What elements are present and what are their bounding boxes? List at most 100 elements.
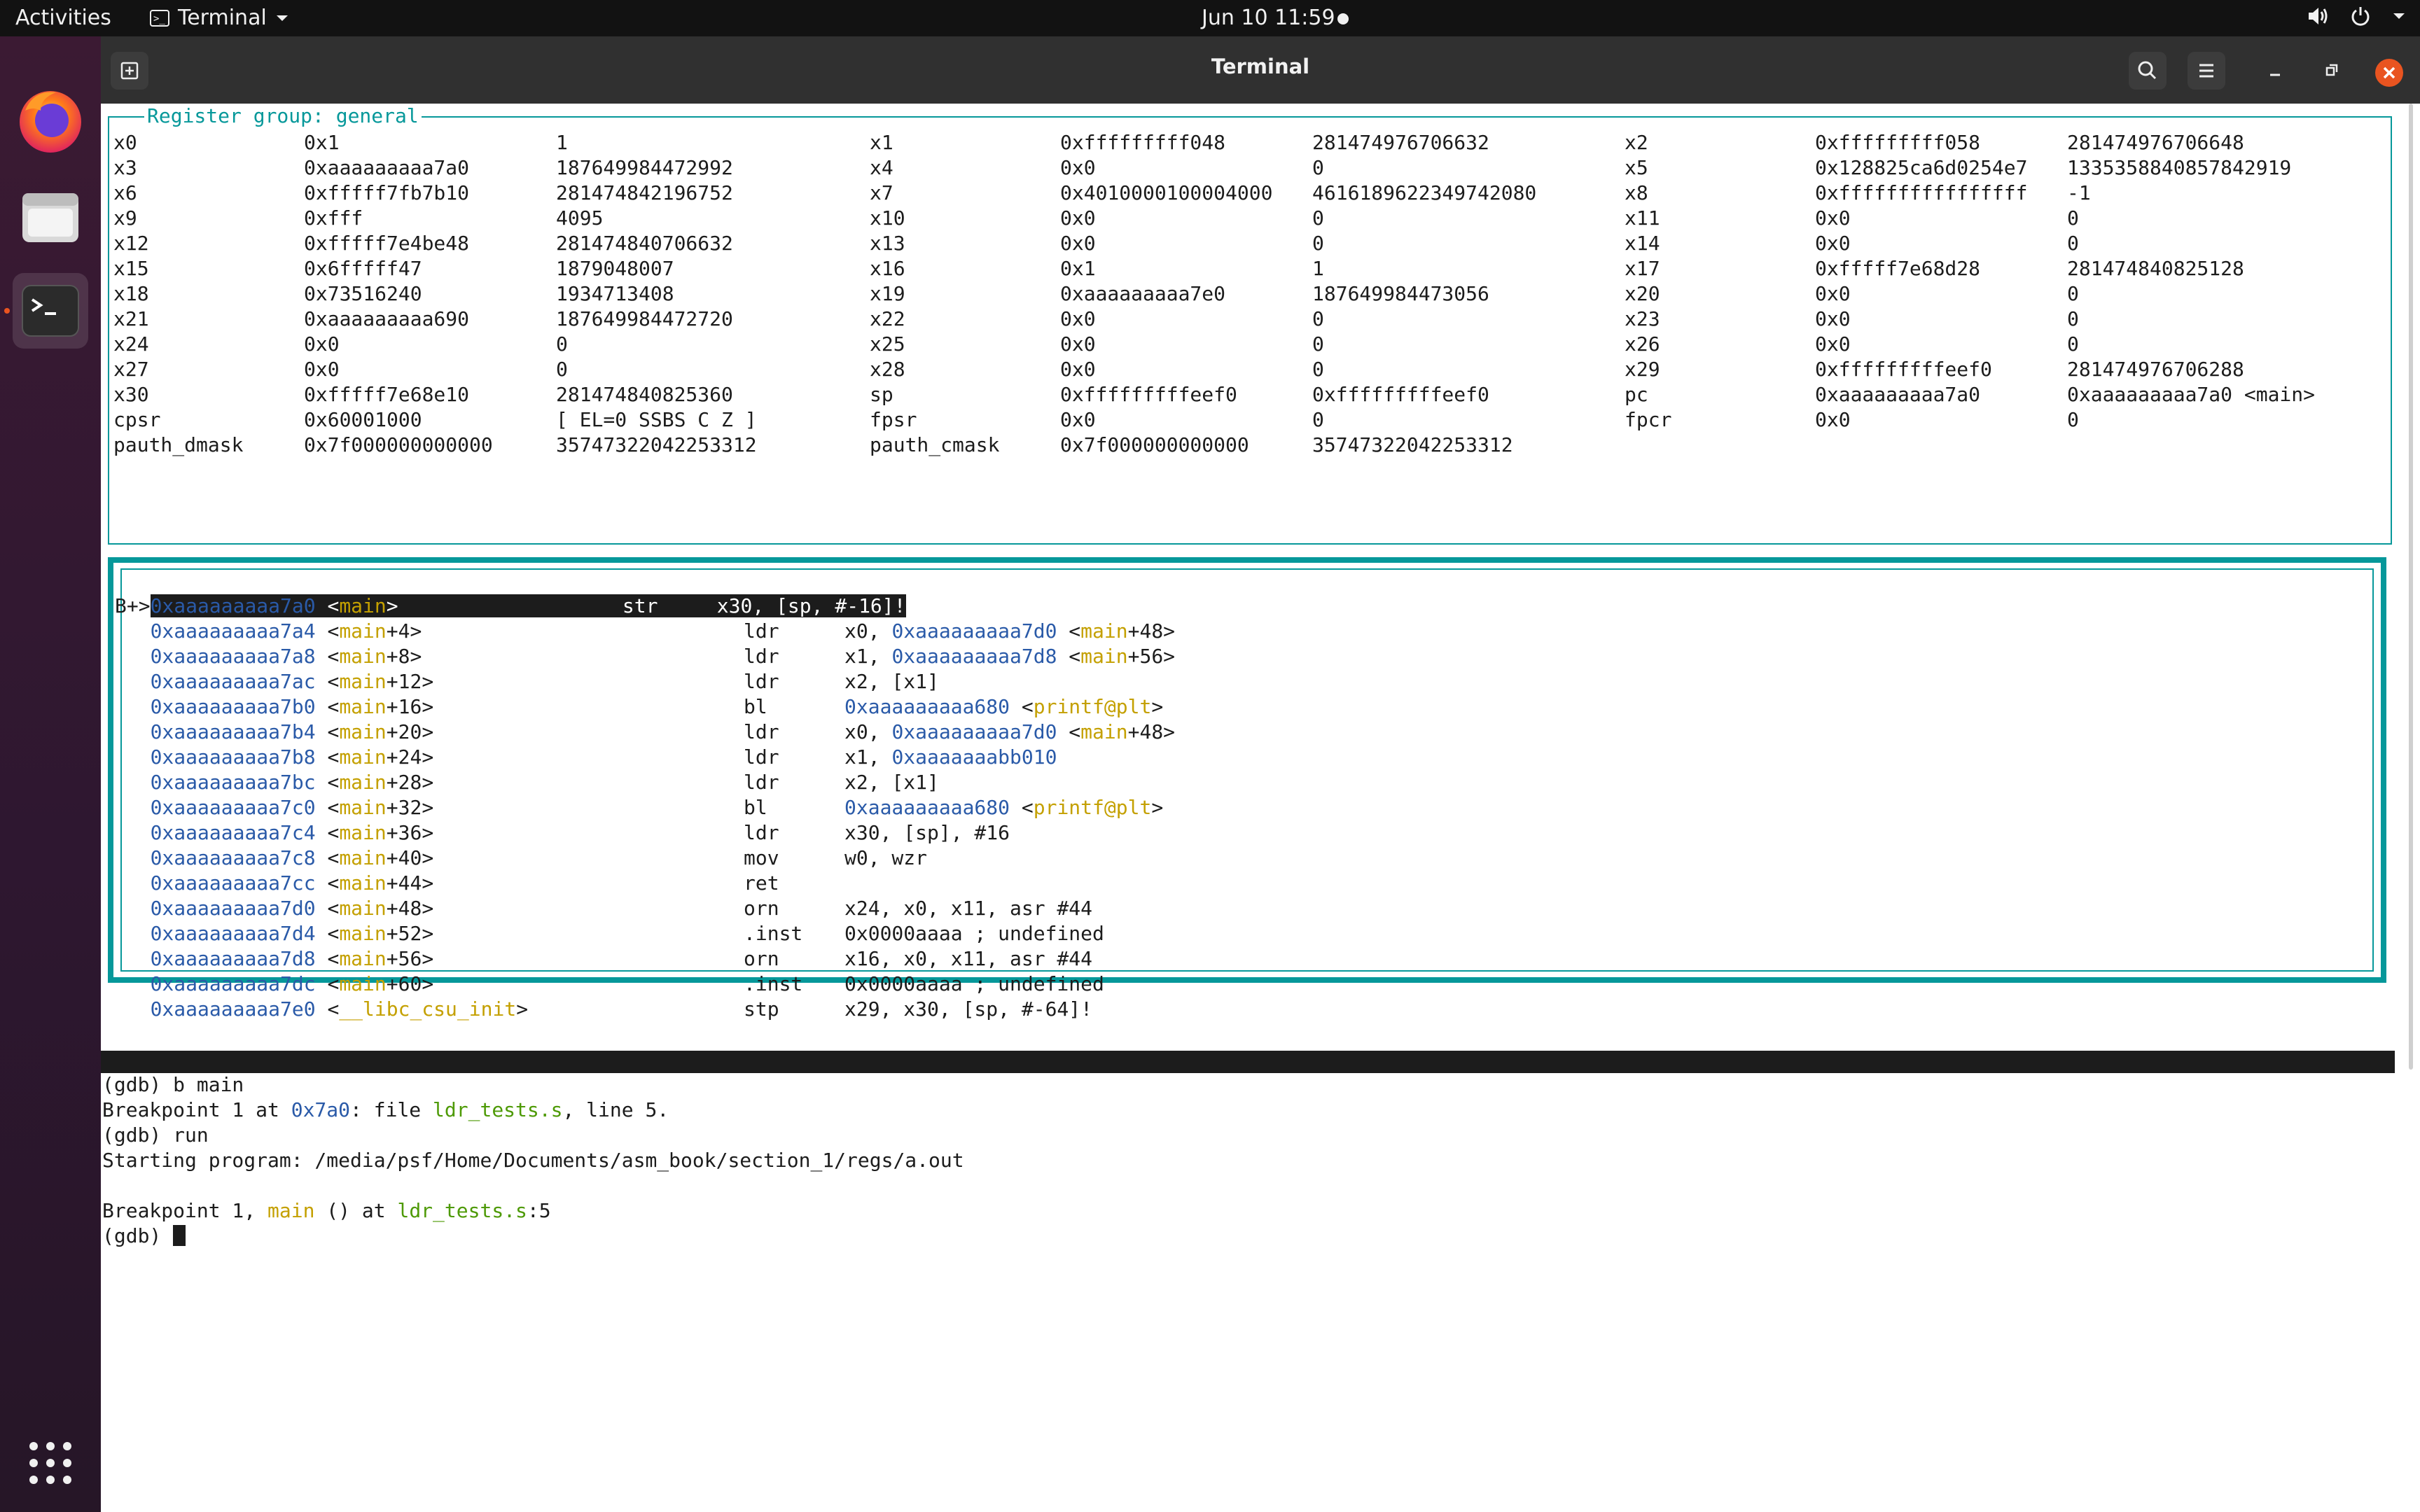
scrollbar[interactable] [2409,104,2413,1070]
close-button[interactable] [2375,59,2403,87]
register-hex: 0x0 [304,332,340,356]
activities-button[interactable]: Activities [15,6,111,31]
register-hex: 0x6fffff47 [304,257,422,280]
register-name: x10 [870,206,905,230]
dock-firefox[interactable] [13,83,88,158]
register-name: x17 [1625,257,1660,280]
instruction-opcode: ldr [744,821,779,844]
disassembly-line: 0xaaaaaaaaa7d4 <main+52> [150,922,434,945]
search-button[interactable] [2129,52,2167,90]
register-hex: 0xaaaaaaaaa7a0 [304,156,470,179]
register-value: 1934713408 [556,282,674,305]
power-icon[interactable] [2350,6,2371,27]
register-hex: 0xffffffffffffffff [1815,181,2028,204]
instruction-symbol: main [339,620,387,643]
gdb-prompt[interactable]: (gdb) [102,1224,186,1249]
dock-files[interactable] [13,178,88,253]
disassembly-line: 0xaaaaaaaaa7d8 <main+56> [150,947,434,970]
apps-grid-icon[interactable] [28,1441,73,1485]
instruction-opcode: ret [744,872,779,895]
menu-button[interactable] [2188,52,2225,90]
register-name: x13 [870,232,905,255]
maximize-button[interactable] [2312,52,2350,90]
register-value: 0 [2067,282,2079,305]
register-value: 0 [1312,358,1324,381]
register-value: 4616189622349742080 [1312,181,1537,204]
instruction-symbol: main [339,872,387,895]
instruction-operands: x0, 0xaaaaaaaaa7d0 <main+48> [844,620,1176,643]
register-hex: 0xaaaaaaaaa7a0 [1815,383,1981,406]
register-value: 1335358840857842919 [2067,156,2292,179]
instruction-opcode: ldr [744,771,779,794]
register-value: 4095 [556,206,604,230]
register-value: 35747322042253312 [1312,433,1513,456]
clock[interactable]: Jun 10 11:59 [1202,6,1335,31]
register-hex: 0xaaaaaaaaa7e0 [1060,282,1226,305]
register-name: x25 [870,332,905,356]
register-name: x28 [870,358,905,381]
dock-terminal[interactable] [13,273,88,349]
instruction-address: 0xaaaaaaaaa7ac [150,670,316,693]
instruction-operands: 0x0000aaaa ; undefined [844,922,1104,945]
register-value: 281474976706648 [2067,131,2244,154]
instruction-symbol: main [339,947,387,970]
system-menu-chevron-icon[interactable] [2392,11,2406,21]
register-value: 187649984473056 [1312,282,1489,305]
instruction-symbol: main [339,972,387,995]
register-name: pauth_cmask [870,433,1000,456]
register-value: 281474976706288 [2067,358,2244,381]
register-name: x30 [113,383,149,406]
disassembly-line: 0xaaaaaaaaa7b4 <main+20> [150,720,434,743]
register-hex: 0xfffffffff058 [1815,131,1981,154]
terminal-icon: >_ [150,10,169,27]
register-hex: 0x0 [1060,307,1096,330]
register-name: x3 [113,156,137,179]
status-bar: native process 28535 In: main L5 PC: 0xa… [101,1051,2395,1142]
instruction-opcode: .inst [744,922,803,945]
register-hex: 0x0 [1060,232,1096,255]
register-value: 281474976706632 [1312,131,1489,154]
instruction-opcode: ldr [744,720,779,743]
disassembly-line: 0xaaaaaaaaa7cc <main+44> [150,872,434,895]
instruction-address: 0xaaaaaaaaa7bc [150,771,316,794]
volume-icon[interactable] [2307,6,2329,27]
instruction-address: 0xaaaaaaaaa7dc [150,972,316,995]
instruction-opcode: ldr [744,746,779,769]
instruction-opcode: .inst [744,972,803,995]
instruction-operands: x2, [x1] [844,771,939,794]
register-value: 0 [1312,206,1324,230]
register-value: 0 [2067,206,2079,230]
instruction-operands: x2, [x1] [844,670,939,693]
instruction-opcode: orn [744,947,779,970]
console-line: Breakpoint 1 at 0x7a0: file ldr_tests.s,… [102,1098,669,1121]
register-name: x12 [113,232,149,255]
instruction-operands: x1, 0xaaaaaaaaa7d8 <main+56> [844,645,1176,668]
register-name: x7 [870,181,893,204]
register-hex: 0xaaaaaaaaa690 [304,307,470,330]
register-hex: 0x0 [304,358,340,381]
register-hex: 0xfffff7e68d28 [1815,257,1981,280]
register-name: fpsr [870,408,917,431]
register-name: x29 [1625,358,1660,381]
instruction-operands: x0, 0xaaaaaaaaa7d0 <main+48> [844,720,1176,743]
register-name: x1 [870,131,893,154]
system-tray[interactable] [2307,6,2406,27]
instruction-address: 0xaaaaaaaaa7b0 [150,695,316,718]
current-symbol: main [339,594,387,617]
app-menu[interactable]: >_ Terminal [150,6,289,31]
register-value: 0xfffffffffeef0 [1312,383,1489,406]
register-value: 0xaaaaaaaaa7a0 <main> [2067,383,2316,406]
instruction-operands: x29, x30, [sp, #-64]! [844,997,1093,1021]
instruction-operands: x1, 0xaaaaaaabb010 [844,746,1057,769]
instruction-symbol: main [339,821,387,844]
disassembly-line: 0xaaaaaaaaa7a8 <main+8> [150,645,422,668]
terminal-content[interactable]: Register group: general x0 0x1 1 x1 0xffffff… [101,104,2420,1512]
register-hex: 0xfffffffffeef0 [1815,358,1992,381]
register-hex: 0x4010000100004000 [1060,181,1273,204]
instruction-symbol: main [339,897,387,920]
register-name: x18 [113,282,149,305]
minimize-icon [2270,74,2280,76]
minimize-button[interactable] [2256,52,2294,90]
notification-dot [1337,13,1349,24]
instruction-operands: x24, x0, x11, asr #44 [844,897,1093,920]
